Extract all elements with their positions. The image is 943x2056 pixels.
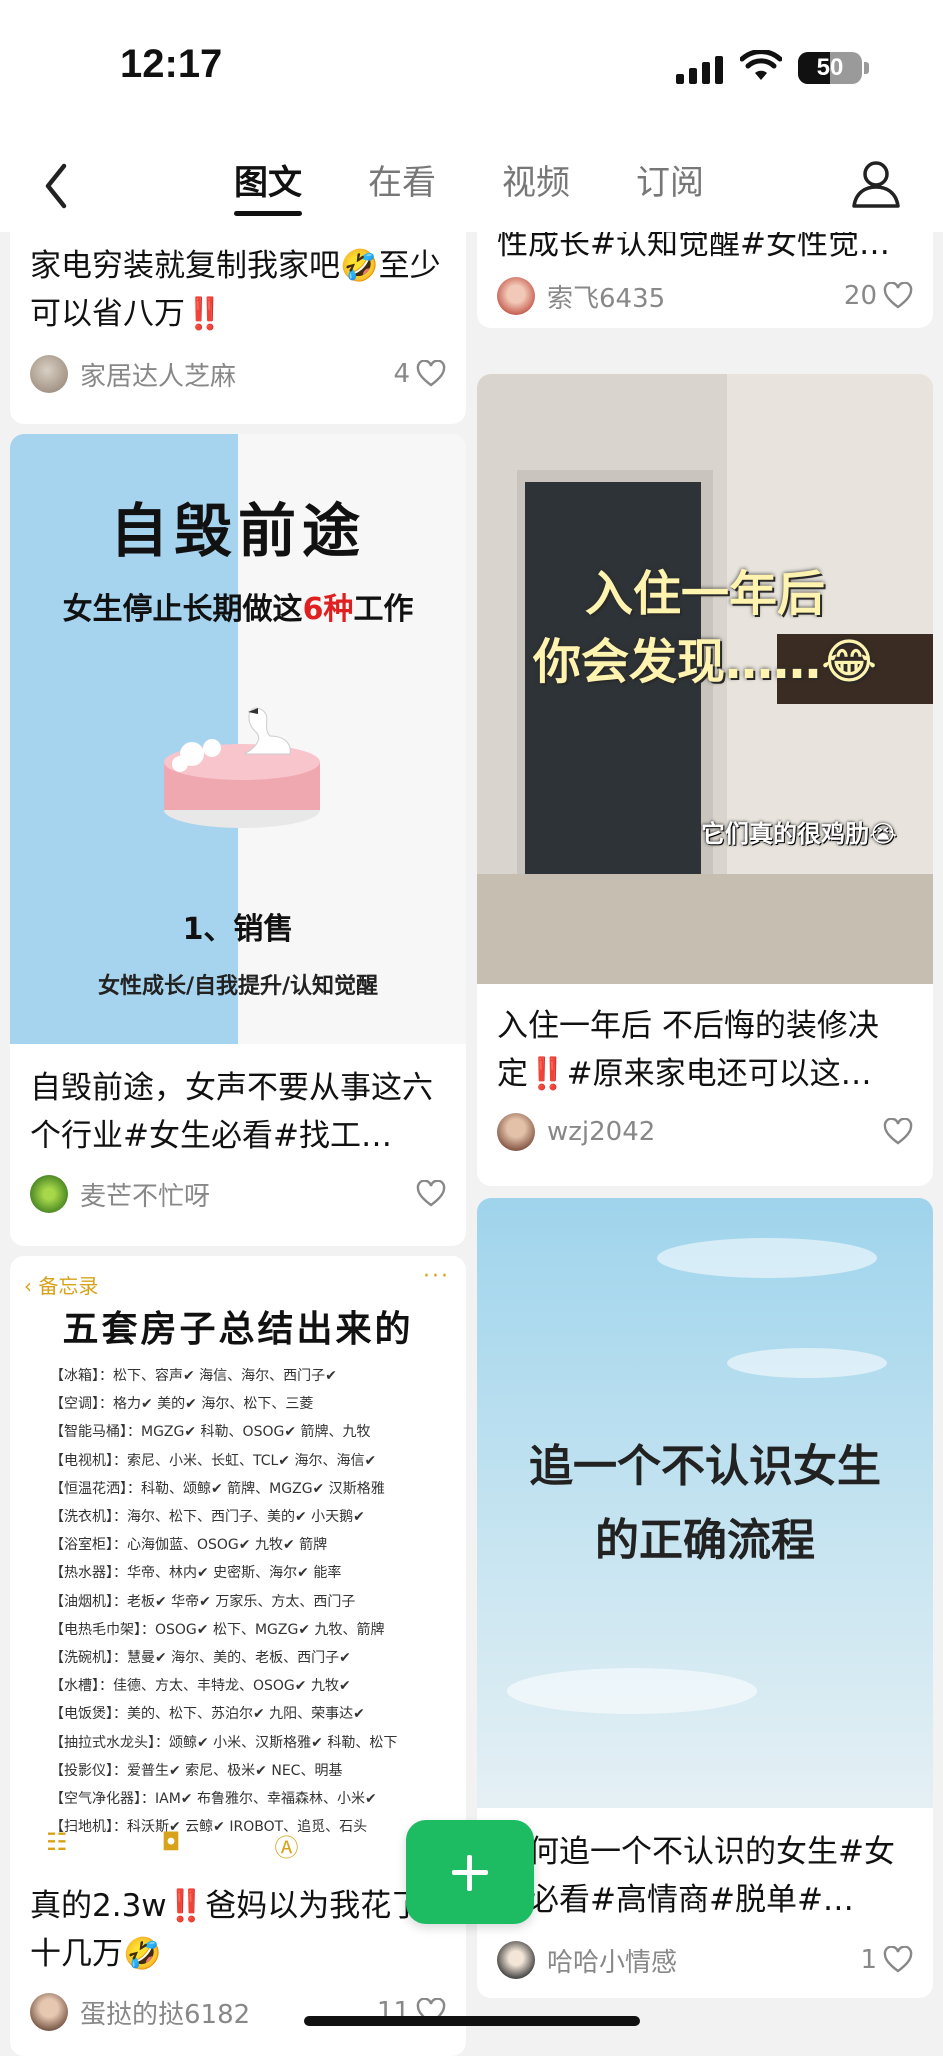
notes-row: 【洗衣机】：海尔、松下、西门子、美的✔ 小天鹅✔ (50, 1509, 365, 1526)
card-meta: 索飞6435 20 (497, 276, 913, 316)
avatar (30, 1175, 68, 1213)
avatar (30, 355, 68, 393)
heart-icon[interactable] (883, 1118, 913, 1146)
feed-card[interactable]: 入住一年后 你会发现……😂 它们真的很鸡肋😭 入住一年后 不后悔的装修决定‼️#… (477, 374, 933, 1186)
notes-row: 【智能马桶】：MGZG✔ 科勒、OSOG✔ 箭牌、九牧 (50, 1424, 371, 1441)
notes-row: 【电视机】：索尼、小米、长虹、TCL✔ 海尔、海信✔ (50, 1452, 377, 1469)
card-meta: wzj2042 (497, 1112, 913, 1152)
home-indicator (304, 2016, 640, 2026)
feed-card[interactable]: 性成长#认知觉醒#女性觉… 索飞6435 20 (477, 232, 933, 328)
notes-back: ‹ 备忘录 (24, 1274, 99, 1298)
card-meta: 麦芒不忙呀 (30, 1174, 446, 1214)
card-title: 自毁前途，女声不要从事这六个行业#女生必看#找工… (30, 1070, 433, 1154)
card-title: 如何追一个不认识的女生#女生必看#高情商#脱单#… (497, 1834, 895, 1918)
card-meta: 家居达人芝麻 4 (30, 354, 446, 394)
cover-text: 它们真的很鸡肋😭 (700, 820, 897, 848)
author-name: 家居达人芝麻 (80, 361, 237, 392)
avatar (497, 1113, 535, 1151)
heart-icon[interactable] (883, 1946, 913, 1974)
author-name: 麦芒不忙呀 (80, 1181, 211, 1212)
avatar (497, 1941, 535, 1979)
card-cover-image: 追一个不认识女生 的正确流程 (477, 1198, 933, 1808)
tab-bar: 图文 在看 视频 订阅 (234, 162, 770, 216)
battery-icon: 50 (798, 52, 862, 84)
notes-row: 【冰箱】：松下、容声✔ 海信、海尔、西门子✔ (50, 1368, 337, 1384)
camera-icon: ◘ (161, 1828, 181, 1856)
card-cover-image: 入住一年后 你会发现……😂 它们真的很鸡肋😭 (477, 374, 933, 984)
tab-video[interactable]: 视频 (502, 162, 570, 216)
notes-row: 【空气净化器】：IAM✔ 布鲁雅尔、幸福森林、小米✔ (50, 1791, 377, 1808)
tab-subscribe[interactable]: 订阅 (636, 162, 704, 216)
notes-row: 【电饭煲】：美的、松下、苏泊尔✔ 九阳、荣事达✔ (50, 1706, 365, 1723)
pen-icon: Ⓐ (274, 1834, 299, 1862)
notes-heading: 五套房子总结出来的 (62, 1309, 414, 1350)
status-bar: 12:17 50 (0, 0, 943, 140)
more-icon: ··· (423, 1264, 450, 1289)
card-title: 性成长#认知觉醒#女性觉… (497, 232, 890, 262)
chevron-left-icon[interactable] (36, 158, 76, 214)
feed-card[interactable]: 家电穷装就复制我家吧🤣至少可以省八万‼️ 家居达人芝麻 4 (10, 232, 466, 424)
battery-level: 50 (816, 54, 844, 81)
card-cover-image: ‹ 备忘录 ··· 五套房子总结出来的 【冰箱】：松下、容声✔ 海信、海尔、西门… (10, 1256, 466, 1866)
notes-row: 【恒温花洒】：科勒、颂鲸✔ 箭牌、MGZG✔ 汉斯格雅 (50, 1480, 385, 1497)
card-cover-image: 自毁前途 女生停止长期做这6种工作 1、销售 女性成长/自我提升/认知觉醒 (10, 434, 466, 1044)
heart-icon[interactable] (416, 1180, 446, 1208)
notes-row: 【电热毛巾架】：OSOG✔ 松下、MGZG✔ 九牧、箭牌 (50, 1621, 385, 1638)
card-meta: 哈哈小情感 1 (497, 1940, 913, 1980)
notes-row: 【投影仪】：爱普生✔ 索尼、极米✔ NEC、明基 (50, 1762, 343, 1779)
card-title: 真的2.3w‼️爸妈以为我花了十几万🤣 (30, 1888, 423, 1972)
cellular-signal-icon (676, 56, 723, 84)
wifi-icon (740, 50, 782, 80)
cover-text: 女生停止长期做这6种工作 (62, 592, 414, 627)
avatar (30, 1993, 68, 2031)
card-title: 家电穷装就复制我家吧🤣至少可以省八万‼️ (30, 248, 441, 332)
status-time: 12:17 (120, 42, 223, 86)
battery-nub (864, 62, 869, 74)
cake-illustration (164, 707, 320, 828)
avatar (497, 277, 535, 315)
notes-row: 【洗碗机】：慧曼✔ 海尔、美的、老板、西门子✔ (50, 1650, 351, 1667)
cover-text: 追一个不认识女生 (529, 1441, 881, 1492)
author-name: 索飞6435 (547, 283, 666, 314)
notes-toolbar: ☷ ◘ Ⓐ (46, 1828, 299, 1863)
tab-watching[interactable]: 在看 (368, 162, 436, 216)
notes-row: 【油烟机】：老板✔ 华帝✔ 万家乐、方太、西门子 (50, 1593, 356, 1610)
notes-row: 【空调】：格力✔ 美的✔ 海尔、松下、三菱 (50, 1396, 314, 1413)
like-count: 4 (393, 359, 410, 389)
feed-card[interactable]: ‹ 备忘录 ··· 五套房子总结出来的 【冰箱】：松下、容声✔ 海信、海尔、西门… (10, 1256, 466, 2056)
cover-text: 的正确流程 (595, 1515, 815, 1566)
cover-text: 女性成长/自我提升/认知觉醒 (97, 974, 379, 999)
notes-row: 【抽拉式水龙头】：颂鲸✔ 小米、汉斯格雅✔ 科勒、松下 (50, 1734, 398, 1751)
author-name: wzj2042 (547, 1117, 656, 1147)
feed-card[interactable]: 自毁前途 女生停止长期做这6种工作 1、销售 女性成长/自我提升/认知觉醒 自毁… (10, 434, 466, 1246)
like-count: 20 (843, 281, 877, 311)
cover-text: 入住一年后 (584, 566, 825, 622)
notes-list: 【冰箱】：松下、容声✔ 海信、海尔、西门子✔ 【空调】：格力✔ 美的✔ 海尔、松… (50, 1362, 456, 1841)
feed-card[interactable]: 追一个不认识女生 的正确流程 如何追一个不认识的女生#女生必看#高情商#脱单#…… (477, 1198, 933, 1998)
card-title: 入住一年后 不后悔的装修决定‼️#原来家电还可以这… (497, 1008, 879, 1092)
checklist-icon: ☷ (46, 1828, 68, 1856)
top-nav: 图文 在看 视频 订阅 (0, 140, 943, 232)
cover-text: 1、销售 (182, 912, 294, 947)
notes-row: 【浴室柜】：心海伽蓝、OSOG✔ 九牧✔ 箭牌 (50, 1537, 328, 1554)
author-name: 哈哈小情感 (547, 1947, 678, 1978)
cover-text: 自毁前途 (109, 497, 366, 565)
notes-row: 【水槽】：佳德、方太、丰特龙、OSOG✔ 九牧✔ (50, 1678, 351, 1695)
card-meta: 蛋挞的挞6182 11 (30, 1992, 446, 2032)
plus-icon[interactable] (406, 1820, 534, 1924)
notes-row: 【热水器】：华帝、林内✔ 史密斯、海尔✔ 能率 (50, 1565, 342, 1582)
cover-text: 你会发现……😂 (532, 634, 878, 690)
heart-icon[interactable] (416, 360, 446, 388)
tab-graphic[interactable]: 图文 (234, 162, 302, 216)
heart-icon[interactable] (883, 282, 913, 310)
like-count: 1 (860, 1945, 877, 1975)
user-icon[interactable] (850, 158, 902, 210)
